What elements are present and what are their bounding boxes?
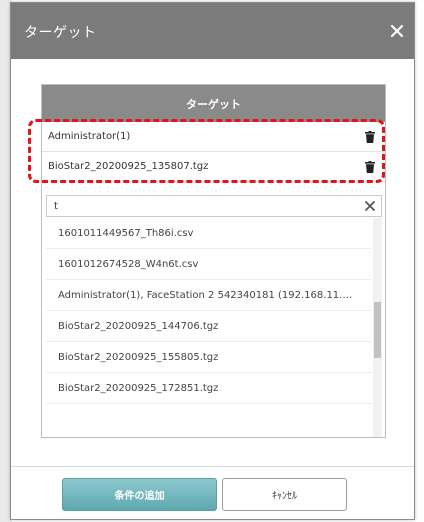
scroll-thumb[interactable]: [374, 302, 381, 358]
result-list: 1601011449567_Th86i.csv 1601012674528_W4…: [46, 218, 382, 437]
dialog-titlebar: ターゲット: [11, 3, 414, 59]
clear-icon[interactable]: [364, 200, 376, 212]
close-icon[interactable]: [386, 20, 408, 42]
result-item[interactable]: 1601011449567_Th86i.csv: [46, 218, 372, 249]
dialog-title: ターゲット: [24, 25, 97, 41]
result-item[interactable]: Administrator(1), FaceStation 2 54234018…: [46, 280, 372, 311]
search-box: [46, 195, 382, 217]
selected-target-label: Administrator(1): [48, 131, 131, 142]
trash-icon[interactable]: [365, 161, 375, 173]
search-input[interactable]: [47, 196, 347, 216]
cancel-label: ｷｬﾝｾﾙ: [272, 491, 297, 502]
add-condition-button[interactable]: 条件の追加: [62, 478, 217, 511]
cancel-button[interactable]: ｷｬﾝｾﾙ: [222, 478, 347, 511]
result-scrollbar[interactable]: [373, 218, 382, 437]
result-item[interactable]: BioStar2_20200925_172851.tgz: [46, 373, 372, 404]
footer-divider: [11, 466, 414, 467]
result-item[interactable]: BioStar2_20200925_144706.tgz: [46, 311, 372, 342]
panel-header-label: ターゲット: [186, 97, 241, 111]
target-dialog: ターゲット ターゲット Administrator(1) BioStar2_20…: [10, 2, 415, 520]
result-item[interactable]: BioStar2_20200925_155805.tgz: [46, 342, 372, 373]
selected-target-item: BioStar2_20200925_135807.tgz: [42, 152, 385, 182]
panel-header: ターゲット: [42, 85, 385, 122]
trash-icon[interactable]: [365, 131, 375, 143]
selected-target-label: BioStar2_20200925_135807.tgz: [48, 161, 209, 172]
target-panel: ターゲット Administrator(1) BioStar2_20200925…: [41, 84, 386, 438]
result-item[interactable]: 1601012674528_W4n6t.csv: [46, 249, 372, 280]
selected-target-item: Administrator(1): [42, 122, 385, 152]
add-condition-label: 条件の追加: [114, 491, 165, 502]
